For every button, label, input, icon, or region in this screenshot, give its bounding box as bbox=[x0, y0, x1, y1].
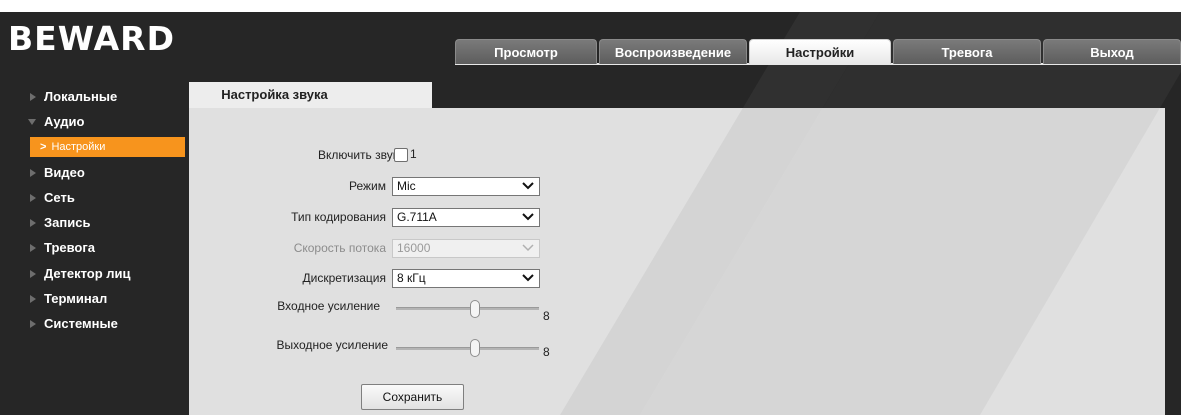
chevron-down-icon bbox=[522, 244, 534, 252]
sidebar-item-label: Видео bbox=[44, 164, 85, 180]
tab-playback[interactable]: Воспроизведение bbox=[599, 39, 747, 64]
input-gain-slider-thumb[interactable] bbox=[469, 300, 480, 318]
sidebar-item-local[interactable]: Локальные bbox=[27, 84, 187, 109]
sidebar-item-face-detector[interactable]: Детектор лиц bbox=[27, 261, 187, 286]
sampling-label: Дискретизация bbox=[302, 271, 386, 285]
sidebar-subitem-audio-settings[interactable]: > Настройки bbox=[30, 136, 185, 157]
arrow-right-icon bbox=[30, 193, 36, 202]
output-gain-slider-thumb[interactable] bbox=[469, 339, 480, 357]
sidebar-item-terminal[interactable]: Терминал bbox=[27, 286, 187, 311]
sidebar-item-label: Локальные bbox=[44, 89, 118, 104]
bitrate-select: 16000 bbox=[392, 239, 540, 258]
sidebar-item-label: Терминал bbox=[44, 291, 108, 307]
output-gain-value: 8 bbox=[543, 345, 550, 359]
chevron-down-icon bbox=[522, 274, 534, 282]
sampling-select[interactable]: 8 кГц bbox=[392, 269, 540, 288]
beward-logo: BEWARD bbox=[8, 19, 175, 58]
arrow-right-icon bbox=[30, 244, 36, 253]
save-button[interactable]: Сохранить bbox=[361, 384, 464, 410]
chevron-down-icon bbox=[522, 213, 534, 221]
sidebar-item-alarm[interactable]: Тревога bbox=[27, 235, 187, 260]
sidebar-item-system[interactable]: Системные bbox=[27, 311, 187, 336]
tab-alarm[interactable]: Тревога bbox=[893, 39, 1041, 64]
arrow-right-icon bbox=[30, 295, 36, 304]
app-window: BEWARD Просмотр Воспроизведение Настройк… bbox=[0, 12, 1181, 415]
encoding-select[interactable]: G.711A bbox=[392, 208, 540, 227]
sidebar-item-label: Детектор лиц bbox=[44, 265, 131, 281]
settings-panel: Включить звук 1 Режим Mic Тип кодировани… bbox=[189, 108, 1165, 415]
arrow-right-icon bbox=[30, 320, 36, 329]
arrow-right-icon bbox=[30, 168, 36, 177]
arrow-right-icon bbox=[30, 219, 36, 228]
enable-sound-checkbox[interactable] bbox=[394, 148, 408, 162]
bitrate-label: Скорость потока bbox=[293, 241, 386, 255]
bitrate-value: 16000 bbox=[397, 241, 431, 255]
sidebar-item-video[interactable]: Видео bbox=[27, 160, 187, 185]
sidebar-item-network[interactable]: Сеть bbox=[27, 185, 187, 210]
sidebar-item-label: Тревога bbox=[44, 240, 96, 256]
tab-audio-settings[interactable]: Настройка звука bbox=[189, 82, 432, 108]
chevron-right-icon: > bbox=[40, 140, 47, 153]
arrow-right-icon bbox=[30, 269, 36, 278]
chevron-down-icon bbox=[522, 182, 534, 190]
encoding-value: G.711A bbox=[397, 210, 437, 224]
arrow-right-icon bbox=[30, 93, 36, 101]
tab-settings[interactable]: Настройки bbox=[749, 39, 891, 64]
enable-sound-channel: 1 bbox=[410, 147, 417, 161]
sidebar-menu: Локальные Аудио > Настройки Видео Сеть За… bbox=[27, 84, 187, 337]
sidebar-item-record[interactable]: Запись bbox=[27, 210, 187, 235]
sidebar-item-label: Аудио bbox=[44, 114, 85, 130]
sidebar-item-label: Запись bbox=[44, 215, 91, 231]
enable-sound-label: Включить звук bbox=[317, 148, 398, 162]
output-gain-label: Выходное усиление bbox=[276, 338, 388, 352]
input-gain-track[interactable] bbox=[396, 307, 539, 310]
input-gain-label: Входное усиление bbox=[277, 299, 380, 313]
arrow-down-icon bbox=[28, 119, 36, 126]
input-gain-value: 8 bbox=[543, 309, 550, 323]
sidebar-subitem-label: Настройки bbox=[51, 140, 106, 153]
sampling-value: 8 кГц bbox=[397, 271, 426, 285]
encoding-label: Тип кодирования bbox=[291, 210, 386, 224]
mode-value: Mic bbox=[397, 179, 416, 193]
sidebar-item-label: Системные bbox=[44, 316, 118, 332]
content-tab-label: Настройка звука bbox=[221, 87, 328, 102]
mode-select[interactable]: Mic bbox=[392, 177, 540, 196]
mode-label: Режим bbox=[349, 179, 386, 193]
sidebar-item-audio[interactable]: Аудио bbox=[27, 109, 187, 134]
tab-preview[interactable]: Просмотр bbox=[455, 39, 597, 64]
tab-exit[interactable]: Выход bbox=[1043, 39, 1181, 64]
output-gain-track[interactable] bbox=[396, 347, 539, 350]
sidebar-item-label: Сеть bbox=[44, 189, 75, 205]
